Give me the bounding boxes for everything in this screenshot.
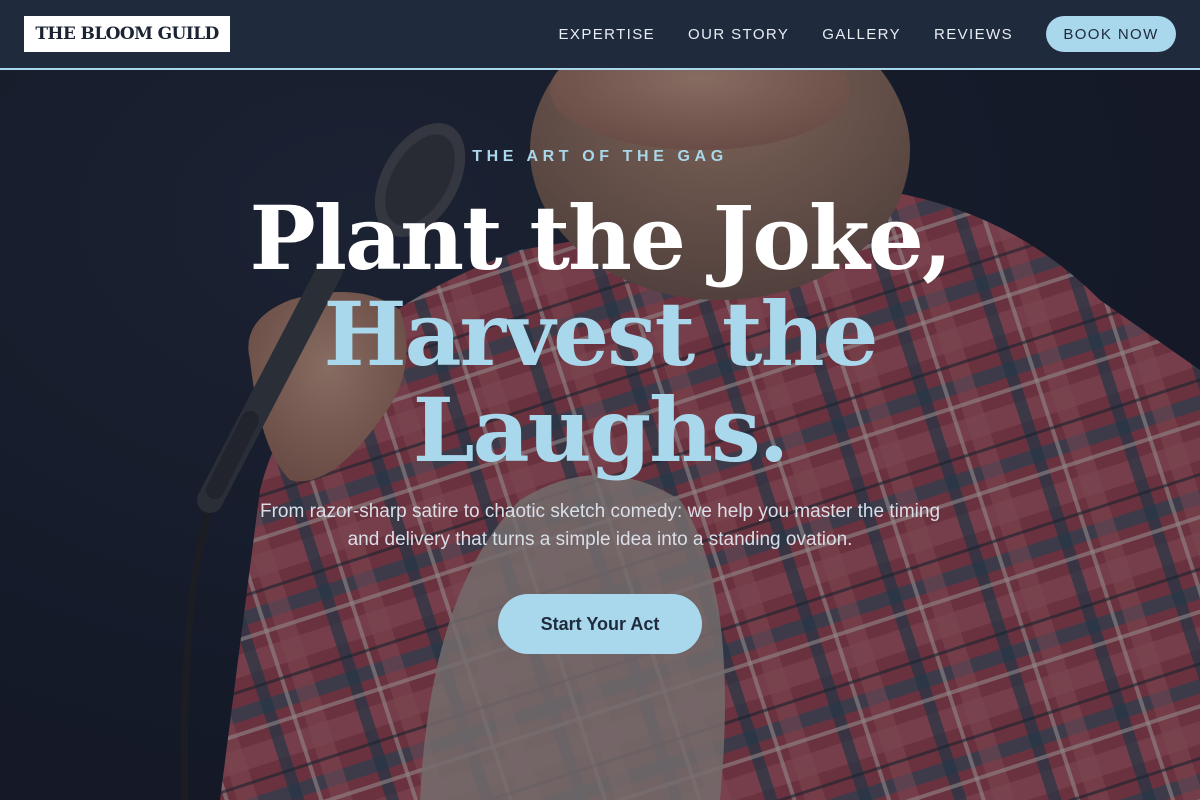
nav-links: EXPERTISE OUR STORY GALLERY REVIEWS <box>559 0 1013 68</box>
nav-link-our-story[interactable]: OUR STORY <box>688 26 789 43</box>
hero-headline: Plant the Joke, Harvest the Laughs. <box>0 190 1200 478</box>
hero-section: THE ART OF THE GAG Plant the Joke, Harve… <box>0 70 1200 800</box>
hero-content: THE ART OF THE GAG Plant the Joke, Harve… <box>0 70 1200 800</box>
book-now-button[interactable]: BOOK NOW <box>1046 16 1176 52</box>
navbar: THE BLOOM GUILD EXPERTISE OUR STORY GALL… <box>0 0 1200 70</box>
hero-eyebrow: THE ART OF THE GAG <box>472 148 728 165</box>
hero-subtext: From razor-sharp satire to chaotic sketc… <box>259 501 941 550</box>
nav-link-expertise[interactable]: EXPERTISE <box>559 26 656 43</box>
nav-link-reviews[interactable]: REVIEWS <box>934 26 1013 43</box>
landing-page: THE BLOOM GUILD EXPERTISE OUR STORY GALL… <box>0 0 1200 800</box>
headline-line-3: Laughs. <box>412 378 790 482</box>
brand-logo[interactable]: THE BLOOM GUILD <box>24 16 230 52</box>
headline-line-1: Plant the Joke, <box>249 186 952 290</box>
start-your-act-button[interactable]: Start Your Act <box>498 594 702 654</box>
nav-link-gallery[interactable]: GALLERY <box>822 26 901 43</box>
headline-line-2: Harvest the <box>323 282 878 386</box>
